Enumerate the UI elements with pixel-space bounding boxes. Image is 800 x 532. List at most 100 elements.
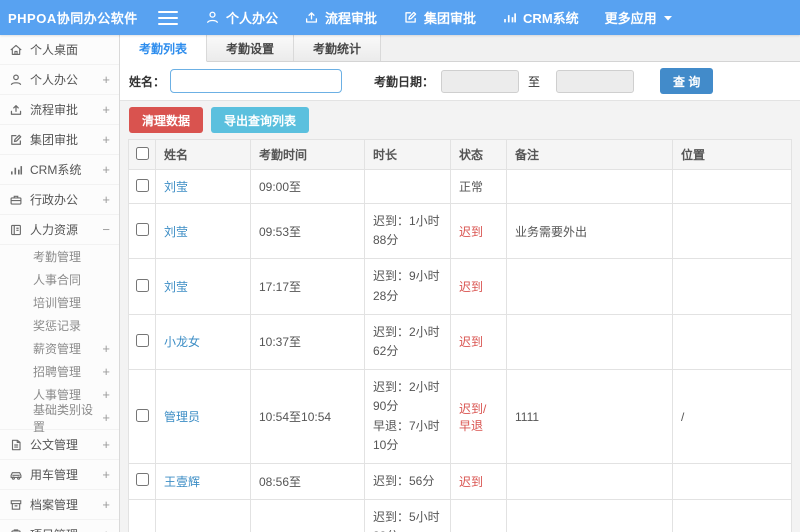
clean-data-button[interactable]: 清理数据 xyxy=(129,107,204,133)
select-all-checkbox[interactable] xyxy=(135,146,149,160)
remark-cell: 业务需要外出 xyxy=(506,202,673,260)
employee-name-link[interactable]: 管理员 xyxy=(164,410,200,424)
duration-cell: 迟到：9小时28分 xyxy=(364,258,451,315)
attendance-time-cell: 10:37至 xyxy=(250,313,365,371)
location-cell: / xyxy=(672,499,792,532)
project-icon xyxy=(9,528,23,532)
sidebar-subitem-hr-contract[interactable]: 人事合同 xyxy=(0,268,119,291)
name-label: 姓名： xyxy=(129,74,166,89)
caret-down-icon xyxy=(663,13,673,23)
brand-logo: PHPOA协同办公软件 xyxy=(8,11,138,26)
sidebar-item-vehicle-management[interactable]: 用车管理 + xyxy=(0,460,119,490)
table-row: 黄蓉 13:20至13:20 迟到：5小时33分早退：4小时67分 迟到/早退 … xyxy=(128,499,792,532)
date-from-input[interactable] xyxy=(441,69,520,93)
row-checkbox[interactable] xyxy=(135,408,149,422)
tab-attendance-settings[interactable]: 考勤设置 xyxy=(207,35,295,61)
attendance-time-cell: 10:54至10:54 xyxy=(250,369,365,464)
employee-name-link[interactable]: 刘莹 xyxy=(164,180,188,194)
row-checkbox[interactable] xyxy=(135,278,149,292)
top-bar: PHPOA协同办公软件 个人办公 流程审批 集团审批 CRM系统 更多应用 xyxy=(0,0,800,35)
duration-cell: 迟到：1小时88分 xyxy=(364,202,451,260)
sidebar-item-personal-desktop[interactable]: 个人桌面 xyxy=(0,35,119,65)
employee-name-link[interactable]: 王壹辉 xyxy=(164,475,200,489)
date-label: 考勤日期： xyxy=(374,74,435,89)
status-badge: 迟到 xyxy=(459,280,484,295)
chart-icon xyxy=(502,10,517,25)
expand-icon[interactable]: + xyxy=(102,73,110,86)
tab-attendance-list[interactable]: 考勤列表 xyxy=(120,35,208,62)
sidebar-subitem-salary-management[interactable]: 薪资管理 + xyxy=(0,337,119,360)
expand-icon[interactable]: + xyxy=(102,103,110,116)
expand-icon[interactable]: + xyxy=(102,438,110,451)
expand-icon[interactable]: + xyxy=(102,133,110,146)
nav-item-more-apps[interactable]: 更多应用 xyxy=(592,0,686,35)
export-list-button[interactable]: 导出查询列表 xyxy=(211,107,310,133)
tab-attendance-stats[interactable]: 考勤统计 xyxy=(294,35,382,61)
expand-icon[interactable]: + xyxy=(102,193,110,206)
remark-cell xyxy=(506,169,673,204)
sidebar-item-admin-office[interactable]: 行政办公 + xyxy=(0,185,119,215)
expand-icon[interactable]: + xyxy=(102,163,110,176)
attendance-time-cell: 08:56至 xyxy=(250,462,365,501)
nav-item-crm-system[interactable]: CRM系统 xyxy=(489,0,592,35)
nav-item-personal-office[interactable]: 个人办公 xyxy=(192,0,291,35)
table-row: 小龙女 10:37至 迟到：2小时62分 迟到 xyxy=(128,313,792,371)
expand-icon[interactable]: + xyxy=(102,411,110,424)
process-icon xyxy=(9,103,23,117)
expand-icon[interactable]: + xyxy=(102,388,110,401)
date-to-input[interactable] xyxy=(556,69,635,93)
edit-icon xyxy=(403,10,418,25)
location-cell xyxy=(672,313,792,371)
sidebar-item-crm-system[interactable]: CRM系统 + xyxy=(0,155,119,185)
name-input[interactable] xyxy=(170,69,343,93)
sidebar-subitem-attendance-management[interactable]: 考勤管理 xyxy=(0,245,119,268)
sidebar-subitem-recruit-management[interactable]: 招聘管理 + xyxy=(0,360,119,383)
table-row: 刘莹 09:00至 正常 xyxy=(128,169,792,204)
user-icon xyxy=(205,10,220,25)
collapse-icon[interactable]: − xyxy=(102,223,110,236)
briefcase-icon xyxy=(9,193,23,207)
column-header: 姓名 xyxy=(155,139,251,170)
sidebar-subitem-reward-punishment[interactable]: 奖惩记录 xyxy=(0,314,119,337)
employee-name-link[interactable]: 小龙女 xyxy=(164,335,200,349)
search-form: 姓名： 考勤日期： 至 查 询 xyxy=(120,62,800,101)
chart-icon xyxy=(9,163,23,177)
query-button[interactable]: 查 询 xyxy=(660,68,714,94)
sidebar-item-project-management[interactable]: 项目管理 + xyxy=(0,520,119,532)
sidebar-subitem-base-category-setting[interactable]: 基础类别设置 + xyxy=(0,403,119,434)
row-checkbox[interactable] xyxy=(135,223,149,237)
table-header-row: 姓名 考勤时间 时长 状态 备注 位置 xyxy=(128,139,792,170)
expand-icon[interactable]: + xyxy=(102,528,110,532)
column-header: 考勤时间 xyxy=(250,139,365,170)
column-header: 时长 xyxy=(364,139,451,170)
main-content: 考勤列表 考勤设置 考勤统计 姓名： 考勤日期： 至 查 询 清理数据 导出查询… xyxy=(120,35,800,532)
status-badge: 迟到/早退 xyxy=(459,401,487,433)
doc-icon xyxy=(9,438,23,452)
status-badge: 迟到 xyxy=(459,335,484,350)
sidebar-item-group-approval[interactable]: 集团审批 + xyxy=(0,125,119,155)
sidebar-subitem-training-management[interactable]: 培训管理 xyxy=(0,291,119,314)
status-badge: 迟到 xyxy=(459,224,484,239)
expand-icon[interactable]: + xyxy=(102,468,110,481)
sidebar-submenu-human-resources: 考勤管理 人事合同 培训管理 奖惩记录 薪资管理 + 招聘管理 + 人事管理 +… xyxy=(0,245,119,434)
employee-name-link[interactable]: 刘莹 xyxy=(164,225,188,239)
archive-icon xyxy=(9,498,23,512)
sidebar-item-human-resources[interactable]: 人力资源 − xyxy=(0,215,119,245)
location-cell xyxy=(672,169,792,204)
nav-item-workflow-approval[interactable]: 流程审批 xyxy=(291,0,390,35)
nav-item-group-approval[interactable]: 集团审批 xyxy=(390,0,489,35)
expand-icon[interactable]: + xyxy=(102,365,110,378)
expand-icon[interactable]: + xyxy=(102,498,110,511)
sidebar-item-archive-management[interactable]: 档案管理 + xyxy=(0,490,119,520)
row-checkbox[interactable] xyxy=(135,473,149,487)
employee-name-link[interactable]: 刘莹 xyxy=(164,280,188,294)
status-badge: 迟到 xyxy=(459,474,484,489)
sidebar-item-document-management[interactable]: 公文管理 + xyxy=(0,430,119,460)
sidebar-item-workflow-approval[interactable]: 流程审批 + xyxy=(0,95,119,125)
sidebar-item-personal-office[interactable]: 个人办公 + xyxy=(0,65,119,95)
row-checkbox[interactable] xyxy=(135,178,149,192)
expand-icon[interactable]: + xyxy=(102,342,110,355)
row-checkbox[interactable] xyxy=(135,333,149,347)
top-nav: 个人办公 流程审批 集团审批 CRM系统 更多应用 xyxy=(192,0,686,35)
menu-icon[interactable] xyxy=(158,10,178,25)
